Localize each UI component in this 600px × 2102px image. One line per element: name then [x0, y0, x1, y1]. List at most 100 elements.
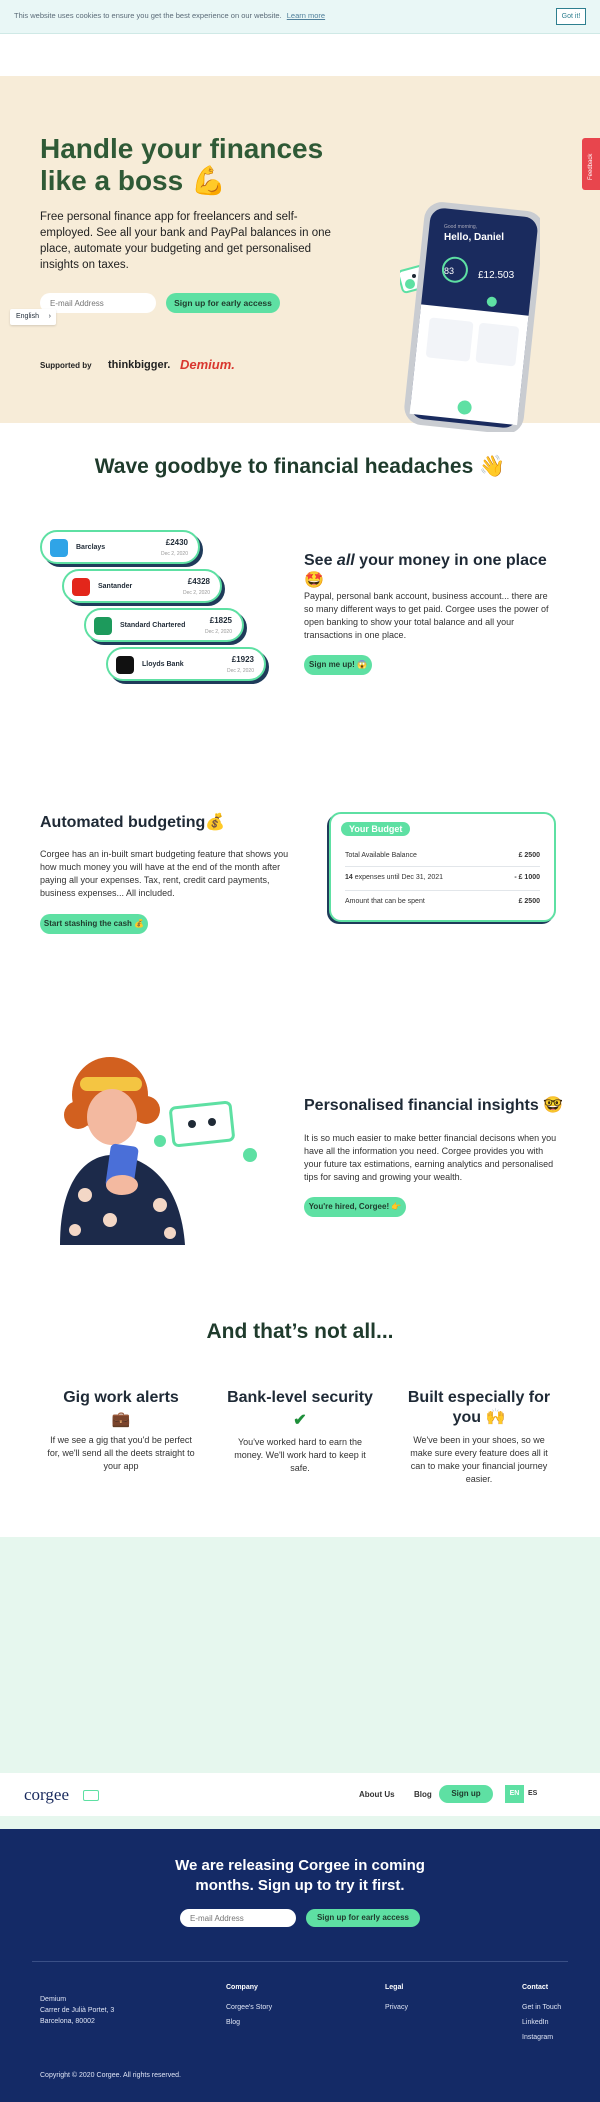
bank-logo-icon [50, 539, 68, 557]
footer-link-contact[interactable]: Get in Touch [522, 2004, 561, 2011]
cookie-text: This website uses cookies to ensure you … [14, 11, 282, 20]
chevron-right-icon: › [48, 313, 51, 320]
supported-by-label: Supported by [40, 361, 92, 370]
wave-title: Wave goodbye to financial headaches 👋 [94, 455, 506, 478]
footer-headline: We are releasing Corgee in coming months… [175, 1857, 425, 1894]
bank-name: Standard Chartered [120, 622, 186, 629]
footer-link-linkedin[interactable]: LinkedIn [522, 2019, 561, 2026]
footer-company-col: Company Corgee's Story Blog [226, 1984, 272, 2026]
footer: We are releasing Corgee in coming months… [0, 1829, 600, 2102]
bank-amount: £1825 [209, 616, 232, 625]
phone-score: 83 [444, 266, 455, 276]
feature-title: Built especially for you 🙌 [407, 1389, 551, 1426]
feature-text: If we see a gig that you'd be perfect fo… [47, 1435, 195, 1471]
hero-email-input[interactable] [40, 293, 156, 313]
start-stashing-button[interactable]: Start stashing the cash 💰 [40, 914, 148, 934]
language-label: English [16, 313, 39, 320]
sign-me-up-button[interactable]: Sign me up! 😱 [304, 655, 372, 675]
youre-hired-button[interactable]: You're hired, Corgee! 👉 [304, 1197, 406, 1217]
bank-card: Santander £4328 Dec 2, 2020 [62, 569, 222, 603]
budget-card-title: Your Budget [341, 822, 411, 836]
footer-contact-col: Contact Get in Touch LinkedIn Instagram [522, 1984, 561, 2041]
bank-date: Dec 2, 2020 [161, 551, 188, 557]
feature-security: Bank-level security ✔ You've worked hard… [225, 1388, 375, 1475]
footer-link-blog[interactable]: Blog [226, 2019, 272, 2026]
nav-blog-link[interactable]: Blog [414, 1790, 432, 1799]
feature-built-for-you: Built especially for you 🙌 We've been in… [404, 1388, 554, 1486]
briefcase-icon: 💼 [111, 1411, 131, 1428]
hero-title-line1: Handle your finances [40, 133, 324, 164]
lang-en-button[interactable]: EN [505, 1785, 524, 1803]
insights-heading: Personalised financial insights 🤓 [304, 1097, 564, 1114]
see-all-heading-em: all [336, 552, 355, 569]
logo-box-icon [83, 1790, 99, 1801]
check-mark-icon: ✔ [293, 1412, 307, 1429]
bank-date: Dec 2, 2020 [205, 629, 232, 635]
bank-card: Barclays £2430 Dec 2, 2020 [40, 530, 200, 564]
nav-about-link[interactable]: About Us [359, 1790, 395, 1799]
expenses-count: 14 [345, 874, 353, 881]
copyright: Copyright © 2020 Corgee. All rights rese… [40, 2072, 181, 2079]
learn-more-link[interactable]: Learn more [287, 11, 325, 20]
cookie-message: This website uses cookies to ensure you … [14, 11, 325, 20]
divider [345, 866, 540, 867]
mint-spacer [0, 1537, 600, 1773]
bank-logo-icon [72, 578, 90, 596]
bank-card: Lloyds Bank £1923 Dec 2, 2020 [106, 647, 266, 681]
budget-row-label: expenses until Dec 31, 2021 [352, 874, 444, 881]
hero-early-access-button[interactable]: Sign up for early access [166, 293, 280, 313]
hero-section: Handle your finances like a boss 💪 Free … [0, 76, 600, 434]
budget-row-value: £ 2500 [518, 898, 540, 905]
see-all-heading: See all your money in one place 🤩 [304, 552, 564, 590]
bank-cards: Barclays £2430 Dec 2, 2020 Santander £4328 De… [40, 530, 280, 690]
bank-date: Dec 2, 2020 [227, 668, 254, 674]
budget-row-total: Total Available Balance £ 2500 [345, 852, 540, 859]
feature-title: Bank-level security [227, 1389, 373, 1406]
feedback-tab[interactable]: Feedback [582, 138, 600, 190]
address-line: Barcelona, 80002 [40, 2018, 95, 2025]
bank-name: Santander [98, 583, 133, 590]
footer-col-heading: Legal [385, 1984, 404, 1991]
feature-gig-alerts: Gig work alerts 💼 If we see a gig that y… [46, 1388, 196, 1473]
budget-row-value: - £ 1000 [514, 874, 540, 881]
budgeting-text: Corgee has an in-built smart budgeting f… [40, 849, 289, 898]
budget-row-spendable: Amount that can be spent £ 2500 [345, 898, 540, 905]
bank-amount: £2430 [165, 538, 188, 547]
budgeting-heading: Automated budgeting💰 [40, 814, 226, 831]
thinkbigger-logo: thinkbigger. [108, 359, 171, 371]
nav-signup-button[interactable]: Sign up [439, 1785, 493, 1803]
person-illustration [50, 1055, 260, 1245]
bank-logo-icon [116, 656, 134, 674]
bank-date: Dec 2, 2020 [183, 590, 210, 596]
footer-link-story[interactable]: Corgee's Story [226, 2004, 272, 2011]
phone-mockup: Good morning, Hello, Daniel 83 £12.503 [397, 202, 544, 434]
mint-strip [0, 1816, 600, 1829]
bank-name: Barclays [76, 544, 106, 551]
feature-text: We've been in your shoes, so we make sur… [410, 1435, 548, 1484]
footer-legal-col: Legal Privacy [385, 1984, 408, 2011]
budget-card: Your Budget Total Available Balance £ 250… [329, 812, 556, 922]
corgee-logo[interactable]: corgee [24, 1785, 69, 1805]
bank-logo-icon [94, 617, 112, 635]
footer-link-privacy[interactable]: Privacy [385, 2004, 408, 2011]
footer-address: Demium Carrer de Julià Portet, 3 Barcelo… [40, 1994, 114, 2027]
got-it-button[interactable]: Got it! [556, 8, 586, 25]
person-with-phone-illustration [60, 1057, 257, 1245]
budget-row-label: Total Available Balance [345, 852, 417, 859]
insights-text: It is so much easier to make better fina… [304, 1133, 557, 1182]
footer-early-access-button[interactable]: Sign up for early access [306, 1909, 420, 1927]
feedback-label: Feedback [588, 153, 594, 180]
see-all-heading-pre: See [304, 552, 337, 569]
navbar: corgee About Us Blog Sign up EN ES [0, 1773, 600, 1816]
hero-title-line2-row: like a boss 💪 [40, 165, 340, 197]
footer-email-input[interactable] [180, 1909, 296, 1927]
footer-link-instagram[interactable]: Instagram [522, 2034, 561, 2041]
divider [345, 890, 540, 891]
address-line: Carrer de Julià Portet, 3 [40, 2007, 115, 2014]
cookie-bar: This website uses cookies to ensure you … [0, 0, 600, 34]
lang-es-button[interactable]: ES [528, 1790, 537, 1797]
address-line: Demium [40, 1996, 67, 2003]
budget-row-expenses: 14 expenses until Dec 31, 2021 - £ 1000 [345, 874, 540, 881]
flexed-biceps-icon: 💪 [190, 165, 226, 196]
language-selector[interactable]: English › [10, 309, 56, 325]
